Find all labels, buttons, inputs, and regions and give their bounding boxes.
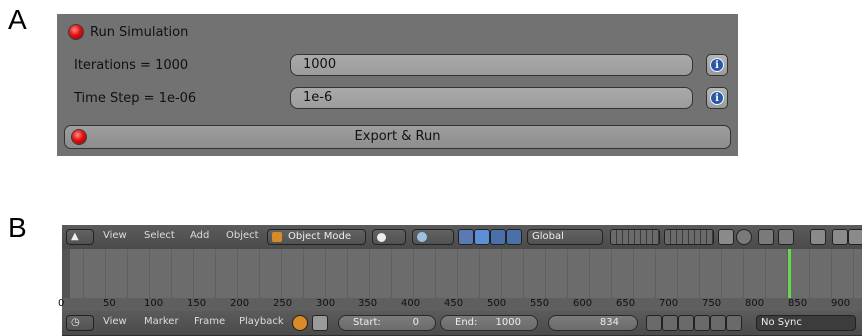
iterations-label: Iterations = 1000 <box>74 58 189 73</box>
editor-type-icon: ▲ <box>71 231 79 242</box>
snap-icon[interactable] <box>758 229 774 245</box>
camera-icon[interactable] <box>832 229 848 245</box>
menu-view[interactable]: View <box>103 230 127 241</box>
jump-end-icon[interactable] <box>726 315 742 331</box>
timestep-label: Time Step = 1e-06 <box>74 91 197 106</box>
next-keyframe-icon[interactable] <box>710 315 726 331</box>
proportional-icon[interactable] <box>778 229 794 245</box>
editor-type-menu[interactable]: ◷ <box>66 315 94 331</box>
jump-start-icon[interactable] <box>646 315 662 331</box>
tick-label: 250 <box>273 298 293 309</box>
tick-label: 200 <box>230 298 250 309</box>
sync-dropdown[interactable]: No Sync <box>756 315 856 331</box>
timeline-left-shade <box>62 249 70 298</box>
layers-grid-1[interactable] <box>610 229 660 245</box>
end-label: End: <box>455 317 478 328</box>
red-record-icon <box>69 25 83 39</box>
play-icon[interactable] <box>694 315 710 331</box>
info-icon: i <box>710 91 724 105</box>
prev-keyframe-icon[interactable] <box>662 315 678 331</box>
info-icon: i <box>710 58 724 72</box>
tick-label: 800 <box>745 298 765 309</box>
render-layer-icon[interactable] <box>810 229 826 245</box>
layers-grid-2[interactable] <box>664 229 714 245</box>
timestep-field[interactable]: 1e-6 <box>290 87 693 109</box>
menu-playback[interactable]: Playback <box>239 316 284 327</box>
lock-camera-icon[interactable] <box>718 229 734 245</box>
cube-icon <box>272 232 282 242</box>
simulation-panel: Run Simulation Iterations = 1000 1000 i … <box>57 14 738 156</box>
menu-marker[interactable]: Marker <box>144 316 179 327</box>
frame-ruler: 0 50 100 150 200 250 300 350 400 450 500… <box>58 298 862 311</box>
clock-icon: ◷ <box>71 317 80 328</box>
run-simulation-label: Run Simulation <box>90 24 189 40</box>
iterations-info-button[interactable]: i <box>706 54 728 76</box>
tick-label: 350 <box>358 298 378 309</box>
mode-label: Object Mode <box>288 231 351 242</box>
tick-label: 0 <box>58 298 65 309</box>
timeline-area[interactable] <box>62 249 862 298</box>
timestep-info-button[interactable]: i <box>706 87 728 109</box>
current-frame-value: 834 <box>599 317 619 328</box>
scale-icon[interactable] <box>506 229 522 245</box>
menu-select[interactable]: Select <box>144 230 175 241</box>
tick-label: 700 <box>659 298 679 309</box>
tick-label: 300 <box>316 298 336 309</box>
translate-icon[interactable] <box>474 229 490 245</box>
tick-label: 900 <box>831 298 851 309</box>
orientation-label: Global <box>532 231 564 242</box>
shading-dropdown[interactable] <box>372 229 406 245</box>
current-frame-field[interactable]: 834 <box>548 315 638 331</box>
tick-label: 650 <box>616 298 636 309</box>
viewport-header: ▲ View Select Add Object Object Mode Glo… <box>62 225 862 250</box>
tick-label: 100 <box>144 298 164 309</box>
blender-timeline-panel: ▲ View Select Add Object Object Mode Glo… <box>58 225 862 336</box>
tick-label: 550 <box>530 298 550 309</box>
timeline-header: ◷ View Marker Frame Playback Start: 0 En… <box>62 311 862 336</box>
play-reverse-icon[interactable] <box>678 315 694 331</box>
tick-label: 600 <box>573 298 593 309</box>
manipulator-icon[interactable] <box>458 229 474 245</box>
menu-add[interactable]: Add <box>190 230 209 241</box>
menu-object[interactable]: Object <box>226 230 259 241</box>
panel-b-label: B <box>8 212 27 243</box>
editor-type-menu[interactable]: ▲ <box>66 229 94 245</box>
start-value: 0 <box>412 317 419 328</box>
pivot-dropdown[interactable] <box>412 229 454 245</box>
current-frame-cursor[interactable] <box>788 249 791 298</box>
tick-label: 400 <box>401 298 421 309</box>
pivot-icon <box>417 232 427 242</box>
tick-label: 450 <box>444 298 464 309</box>
tick-label: 50 <box>103 298 116 309</box>
panel-a-label: A <box>8 4 27 35</box>
run-simulation-toggle[interactable]: Run Simulation <box>69 22 188 42</box>
film-icon[interactable] <box>848 229 862 245</box>
orientation-dropdown[interactable]: Global <box>527 229 603 245</box>
end-frame-field[interactable]: End: 1000 <box>440 315 538 331</box>
tick-label: 500 <box>487 298 507 309</box>
tick-label: 150 <box>187 298 207 309</box>
rotate-icon[interactable] <box>490 229 506 245</box>
tick-label: 850 <box>788 298 808 309</box>
export-run-label: Export & Run <box>354 129 441 144</box>
start-label: Start: <box>353 317 381 328</box>
export-run-button[interactable]: Export & Run <box>64 125 731 149</box>
end-value: 1000 <box>495 317 521 328</box>
lock-icon[interactable] <box>312 315 328 331</box>
iterations-field[interactable]: 1000 <box>290 54 693 76</box>
start-frame-field[interactable]: Start: 0 <box>338 315 436 331</box>
sphere-icon <box>377 233 386 242</box>
tick-label: 750 <box>702 298 722 309</box>
menu-frame[interactable]: Frame <box>194 316 225 327</box>
keying-icon[interactable] <box>292 315 308 331</box>
menu-view[interactable]: View <box>103 316 127 327</box>
mode-dropdown[interactable]: Object Mode <box>267 229 366 245</box>
sync-label: No Sync <box>761 317 802 328</box>
render-icon[interactable] <box>736 229 752 245</box>
